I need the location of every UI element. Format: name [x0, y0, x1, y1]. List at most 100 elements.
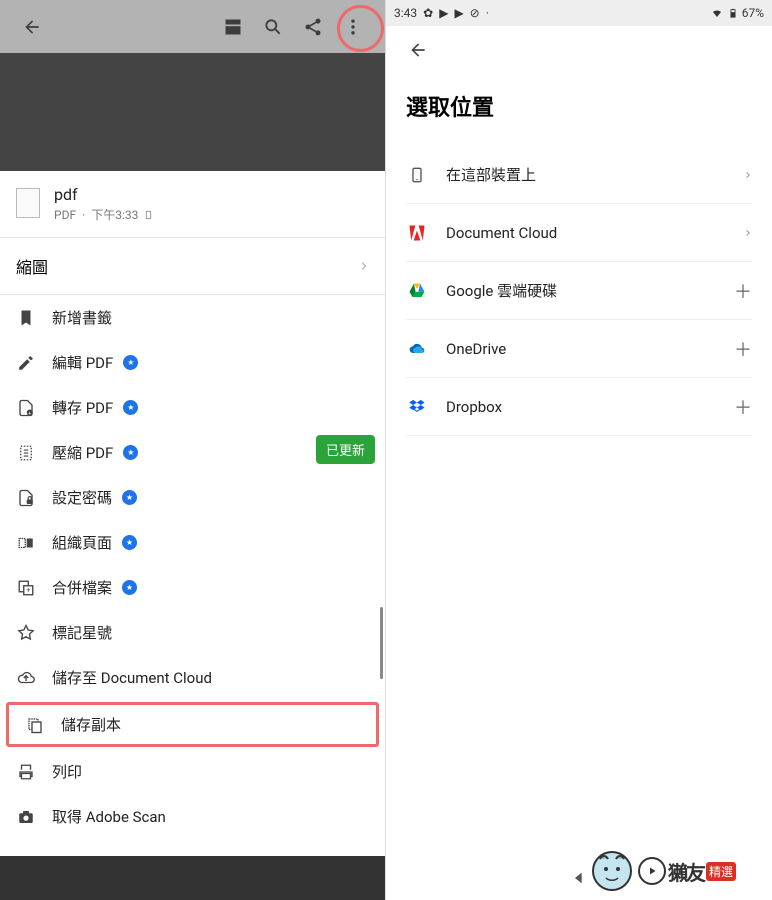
- premium-badge-icon: [123, 400, 138, 415]
- location-item-dropbox[interactable]: Dropbox ＋: [406, 378, 752, 436]
- menu-item-save-cloud[interactable]: 儲存至 Document Cloud: [0, 655, 385, 700]
- menu-item-print[interactable]: 列印: [0, 749, 385, 794]
- menu-label: 合併檔案: [52, 577, 112, 598]
- menu-item-merge[interactable]: + 合併檔案: [0, 565, 385, 610]
- youtube-status-icon: ▶: [439, 6, 448, 20]
- wifi-icon: [710, 7, 724, 19]
- cloud-upload-icon: [16, 668, 36, 688]
- svg-text:+: +: [28, 410, 31, 416]
- mascot-face-icon: [592, 851, 632, 891]
- menu-label: 設定密碼: [52, 487, 112, 508]
- file-thumbnail-icon: [16, 188, 40, 218]
- location-item-gdrive[interactable]: Google 雲端硬碟 ＋: [406, 262, 752, 320]
- premium-badge-icon: [123, 445, 138, 460]
- back-button[interactable]: [398, 30, 438, 70]
- organize-icon: [16, 533, 36, 553]
- overflow-menu-button[interactable]: [333, 7, 373, 47]
- status-time: 3:43: [394, 6, 417, 20]
- menu-label: 新增書籤: [52, 307, 112, 328]
- file-info-row: pdf PDF · 下午3:33: [0, 171, 385, 238]
- menu-label: 轉存 PDF: [52, 397, 113, 418]
- watermark-text: 獺友: [668, 857, 704, 886]
- left-bottom-bar: [0, 856, 385, 900]
- battery-icon: [728, 6, 738, 20]
- thumbnails-label: 縮圖: [16, 254, 48, 278]
- updated-badge: 已更新: [316, 435, 375, 464]
- location-item-onedrive[interactable]: OneDrive ＋: [406, 320, 752, 378]
- menu-label: 儲存至 Document Cloud: [52, 667, 212, 688]
- status-bar: 3:43 ✿ ▶ ▶ ⊘ · 67%: [386, 0, 772, 26]
- back-arrow-icon: [408, 40, 428, 60]
- back-button[interactable]: [12, 7, 52, 47]
- menu-label: 列印: [52, 761, 82, 782]
- dot-icon: ·: [486, 6, 489, 20]
- premium-badge-icon: [122, 580, 137, 595]
- right-pane: 3:43 ✿ ▶ ▶ ⊘ · 67% 選取位置 在這部裝置上 Document …: [386, 0, 772, 900]
- youtube-status-icon: ▶: [454, 6, 463, 20]
- menu-label: 儲存副本: [61, 714, 121, 735]
- document-preview-area: [0, 53, 385, 171]
- left-toolbar: [0, 0, 385, 53]
- file-type-label: PDF: [54, 208, 76, 222]
- plus-icon: ＋: [734, 394, 752, 420]
- save-copy-highlight-box: 儲存副本: [6, 702, 379, 747]
- menu-label: 編輯 PDF: [52, 352, 113, 373]
- menu-item-password[interactable]: 設定密碼: [0, 475, 385, 520]
- view-mode-icon: [223, 17, 243, 37]
- plus-icon: ＋: [734, 336, 752, 362]
- search-button[interactable]: [253, 7, 293, 47]
- onedrive-icon: [406, 341, 428, 357]
- premium-badge-icon: [122, 490, 137, 505]
- search-icon: [263, 17, 283, 37]
- location-item-doccloud[interactable]: Document Cloud: [406, 204, 752, 262]
- file-time-label: 下午3:33: [91, 206, 138, 223]
- menu-item-convert[interactable]: + 轉存 PDF: [0, 385, 385, 430]
- merge-icon: +: [16, 578, 36, 598]
- menu-item-scan[interactable]: 取得 Adobe Scan: [0, 794, 385, 839]
- view-mode-button[interactable]: [213, 7, 253, 47]
- menu-item-organize[interactable]: 組織頁面: [0, 520, 385, 565]
- watermark-mascot: 獺友 精選: [592, 848, 762, 894]
- nav-back-button[interactable]: [571, 870, 587, 886]
- right-toolbar: [386, 26, 772, 74]
- menu-label: 組織頁面: [52, 532, 112, 553]
- left-pane: pdf PDF · 下午3:33 縮圖 已更新 新增書籤 編輯 PDF +: [0, 0, 386, 900]
- menu-item-favorite[interactable]: 標記星號: [0, 610, 385, 655]
- copy-icon: [25, 715, 45, 735]
- scrollbar[interactable]: [380, 607, 383, 679]
- battery-percent: 67%: [742, 6, 764, 20]
- print-icon: [16, 762, 36, 782]
- location-item-device[interactable]: 在這部裝置上: [406, 146, 752, 204]
- menu-item-save-copy[interactable]: 儲存副本: [9, 705, 376, 744]
- more-vert-icon: [343, 17, 363, 37]
- menu-label: 壓縮 PDF: [52, 442, 113, 463]
- location-label: OneDrive: [446, 340, 716, 358]
- menu-item-bookmark[interactable]: 新增書籤: [0, 295, 385, 340]
- location-label: 在這部裝置上: [446, 164, 726, 185]
- pencil-icon: [16, 353, 36, 373]
- separator-dot: ·: [82, 208, 85, 222]
- chevron-right-icon: [744, 226, 752, 240]
- gdrive-icon: [406, 282, 428, 300]
- dropbox-icon: [406, 398, 428, 416]
- adobe-icon: [406, 223, 428, 243]
- compress-icon: [16, 443, 36, 463]
- plus-icon: ＋: [734, 278, 752, 304]
- svg-text:+: +: [26, 585, 30, 594]
- premium-badge-icon: [122, 535, 137, 550]
- thumbnails-row[interactable]: 縮圖: [0, 238, 385, 295]
- file-subtitle: PDF · 下午3:33: [54, 206, 369, 223]
- location-label: Document Cloud: [446, 224, 726, 242]
- chevron-right-icon: [744, 168, 752, 182]
- camera-icon: [16, 807, 36, 827]
- share-icon: [303, 17, 323, 37]
- menu-label: 取得 Adobe Scan: [52, 806, 166, 827]
- location-label: Dropbox: [446, 398, 716, 416]
- premium-badge-icon: [123, 355, 138, 370]
- share-button[interactable]: [293, 7, 333, 47]
- menu-item-edit[interactable]: 編輯 PDF: [0, 340, 385, 385]
- location-list: 在這部裝置上 Document Cloud Google 雲端硬碟 ＋ OneD…: [386, 146, 772, 436]
- export-icon: +: [16, 398, 36, 418]
- block-status-icon: ⊘: [470, 6, 480, 20]
- menu-list: 已更新 新增書籤 編輯 PDF + 轉存 PDF 壓縮 PDF 設定密碼 組織: [0, 295, 385, 839]
